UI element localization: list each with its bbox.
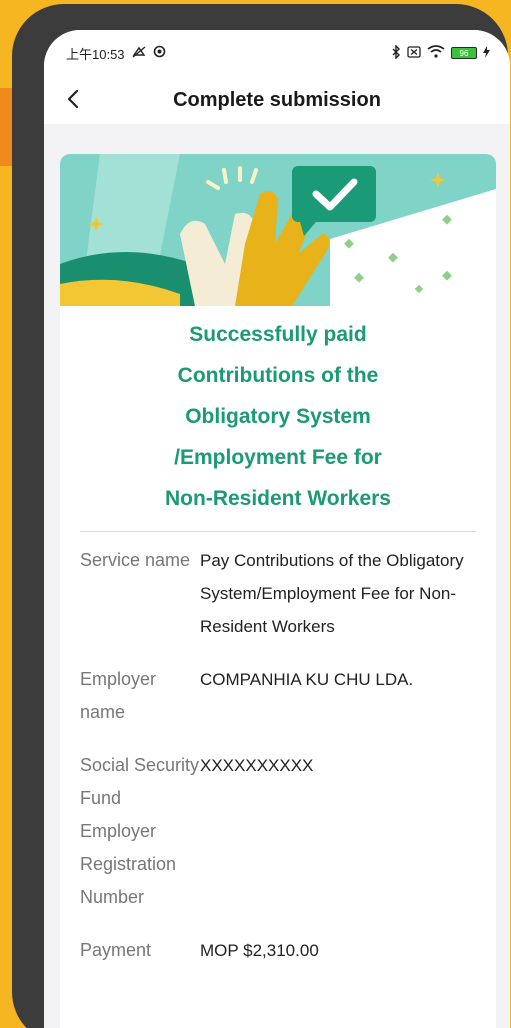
app-screen: 上午10:53 96 Complete submission Successfu…: [44, 30, 510, 1028]
success-line: /Employment Fee for: [174, 446, 382, 469]
result-card: Successfully paid Contributions of the O…: [60, 154, 496, 1028]
status-bar: 上午10:53 96: [44, 30, 510, 76]
charging-icon: [483, 45, 490, 61]
detail-label: Social Security Fund Employer Registrati…: [80, 755, 200, 907]
wifi-icon: [427, 45, 445, 61]
page-title: Complete submission: [173, 88, 381, 111]
detail-value: XXXXXXXXXX: [200, 756, 314, 775]
bluetooth-icon: [391, 43, 401, 62]
detail-value: MOP $2,310.00: [200, 941, 319, 960]
success-illustration: [60, 154, 496, 306]
success-line: Successfully paid: [189, 323, 367, 346]
mute-icon: [131, 45, 147, 62]
detail-row-registration-number: Social Security Fund Employer Registrati…: [80, 749, 480, 914]
detail-row-payment: Payment MOP $2,310.00: [80, 934, 480, 967]
detail-value: Pay Contributions of the Obligatory Syst…: [200, 551, 464, 636]
detail-value: COMPANHIA KU CHU LDA.: [200, 670, 414, 689]
settings-icon: [153, 45, 166, 61]
success-line: Obligatory System: [185, 405, 371, 428]
detail-label: Service name: [80, 550, 191, 570]
back-button[interactable]: [58, 84, 88, 114]
details-list: Service name Pay Contributions of the Ob…: [60, 532, 496, 967]
success-line: Non-Resident Workers: [165, 487, 391, 510]
chevron-left-icon: [67, 89, 79, 109]
detail-row-employer-name: Employer name COMPANHIA KU CHU LDA.: [80, 663, 480, 729]
success-line: Contributions of the: [177, 364, 379, 387]
success-message: Successfully paid Contributions of the O…: [60, 314, 496, 519]
battery-icon: 96: [451, 47, 477, 59]
no-sim-icon: [407, 45, 421, 61]
navigation-bar: Complete submission: [44, 76, 510, 124]
phone-frame: 上午10:53 96 Complete submission Successfu…: [12, 4, 510, 1028]
detail-label: Payment: [80, 940, 152, 960]
detail-label: Employer name: [80, 669, 157, 722]
status-time: 上午10:53: [66, 46, 125, 62]
detail-row-service-name: Service name Pay Contributions of the Ob…: [80, 544, 480, 643]
